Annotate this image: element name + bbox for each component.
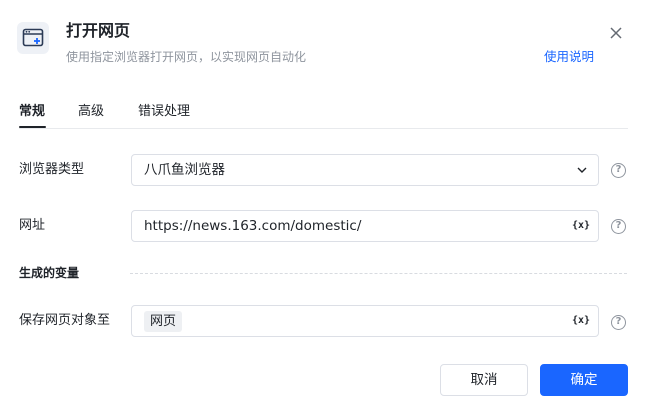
dialog-subtitle: 使用指定浏览器打开网页，以实现网页自动化: [66, 50, 307, 64]
browser-type-value: 八爪鱼浏览器: [144, 162, 225, 178]
tab-bar: 常规 高级 错误处理: [19, 100, 628, 129]
tab-general[interactable]: 常规: [19, 103, 45, 121]
chevron-down-icon: [577, 167, 587, 173]
section-divider: [130, 273, 627, 274]
url-input[interactable]: https://news.163.com/domestic/ {x}: [131, 210, 599, 242]
browser-type-label: 浏览器类型: [19, 162, 85, 177]
active-tab-indicator: [19, 126, 46, 128]
tab-error-handling[interactable]: 错误处理: [138, 103, 190, 121]
url-value: https://news.163.com/domestic/: [144, 218, 362, 234]
help-icon[interactable]: ?: [611, 219, 626, 234]
url-label: 网址: [19, 218, 46, 233]
section-title-output-variables: 生成的变量: [19, 266, 80, 280]
confirm-button[interactable]: 确定: [540, 364, 628, 396]
help-icon[interactable]: ?: [611, 315, 626, 330]
variable-tag: 网页: [144, 311, 183, 332]
close-icon: [610, 27, 622, 39]
variable-insert-icon[interactable]: {x}: [572, 314, 590, 328]
browser-window-add-icon: [17, 22, 49, 54]
cancel-button[interactable]: 取消: [440, 364, 528, 396]
dialog-title: 打开网页: [66, 21, 131, 40]
help-link[interactable]: 使用说明: [544, 48, 594, 66]
browser-type-select[interactable]: 八爪鱼浏览器: [131, 154, 599, 186]
tab-advanced[interactable]: 高级: [78, 103, 104, 121]
variable-insert-icon[interactable]: {x}: [572, 219, 590, 233]
close-button[interactable]: [606, 23, 626, 43]
save-page-object-input[interactable]: 网页 {x}: [131, 305, 599, 337]
help-icon[interactable]: ?: [611, 163, 626, 178]
save-page-object-label: 保存网页对象至: [19, 313, 111, 328]
